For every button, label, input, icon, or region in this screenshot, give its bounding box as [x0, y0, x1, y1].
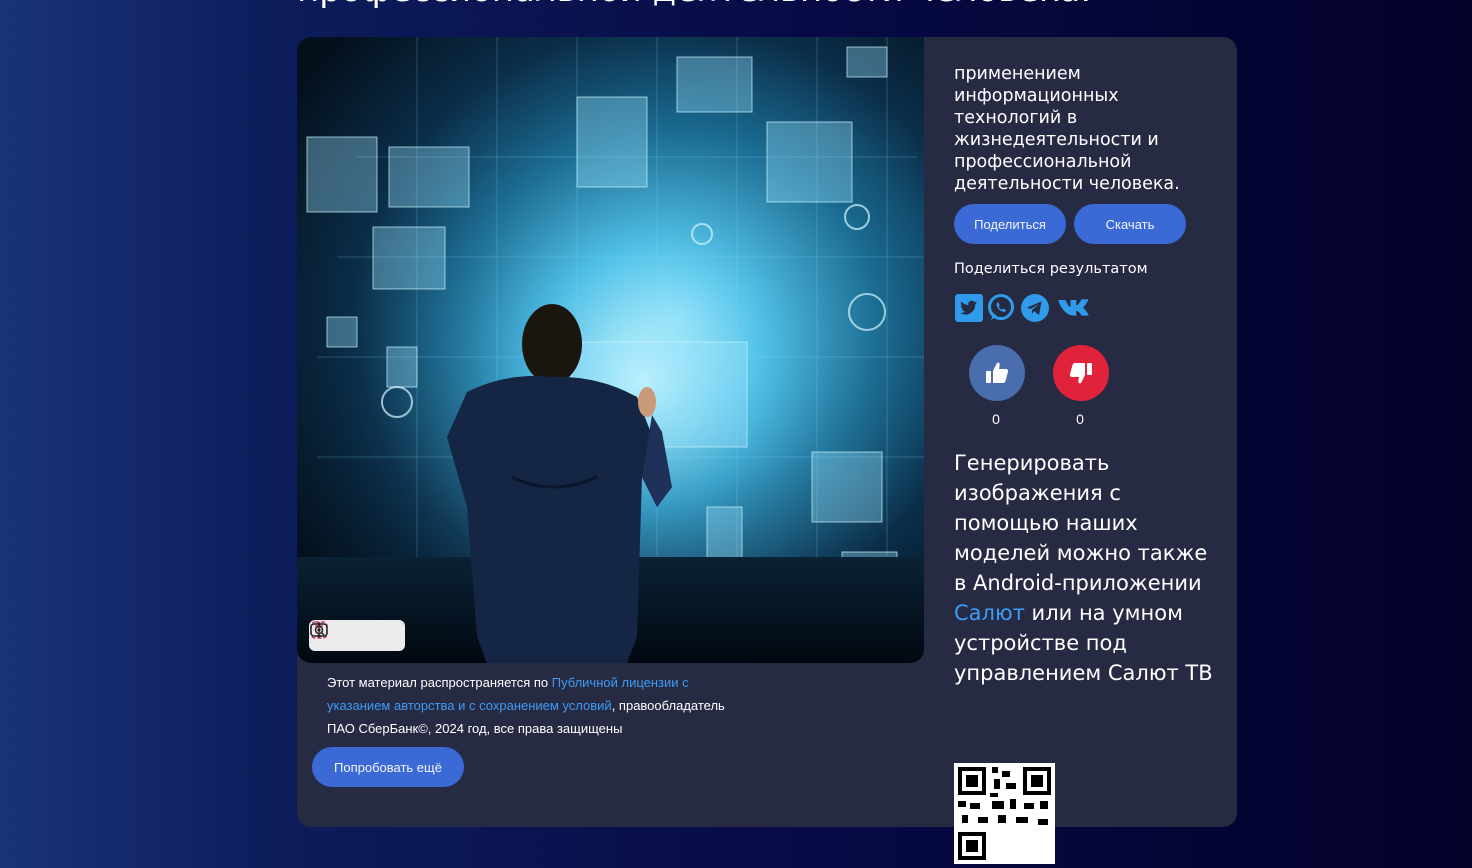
thumbs-up-icon: [986, 362, 1009, 383]
try-again-button[interactable]: Попробовать ещё: [312, 747, 464, 787]
like-button[interactable]: [969, 345, 1025, 401]
vk-icon[interactable]: [1057, 293, 1093, 323]
more-vertical-icon[interactable]: [317, 620, 405, 651]
dislike-button[interactable]: [1053, 345, 1109, 401]
promo-prefix: Генерировать изображения с помощью наших…: [954, 451, 1208, 595]
telegram-icon[interactable]: [1020, 293, 1050, 323]
dislike-count: 0: [1076, 411, 1084, 427]
image-description: применением информационных технологий в …: [954, 64, 1180, 194]
promo-text: Генерировать изображения с помощью наших…: [954, 448, 1219, 688]
qr-code: [954, 763, 1055, 864]
generated-image[interactable]: [297, 37, 924, 663]
image-toolbar: [309, 620, 405, 651]
visual-search-icon[interactable]: [310, 620, 373, 651]
share-button[interactable]: Поделиться: [954, 204, 1066, 244]
like-count: 0: [992, 411, 1000, 427]
license-prefix: Этот материал распространяется по: [327, 675, 552, 690]
page-title: профессиональной деятельности человека.: [297, 0, 1091, 10]
image-illustration: [297, 37, 924, 663]
download-button[interactable]: Скачать: [1074, 204, 1186, 244]
share-result-title: Поделиться результатом: [954, 261, 1148, 277]
salute-app-link[interactable]: Салют: [954, 601, 1025, 625]
thumbs-down-icon: [1069, 363, 1092, 384]
twitter-icon[interactable]: [954, 293, 984, 323]
result-card: Этот материал распространяется по Публич…: [297, 37, 1237, 864]
license-text: Этот материал распространяется по Публич…: [327, 671, 747, 740]
whatsapp-icon[interactable]: [986, 293, 1016, 323]
